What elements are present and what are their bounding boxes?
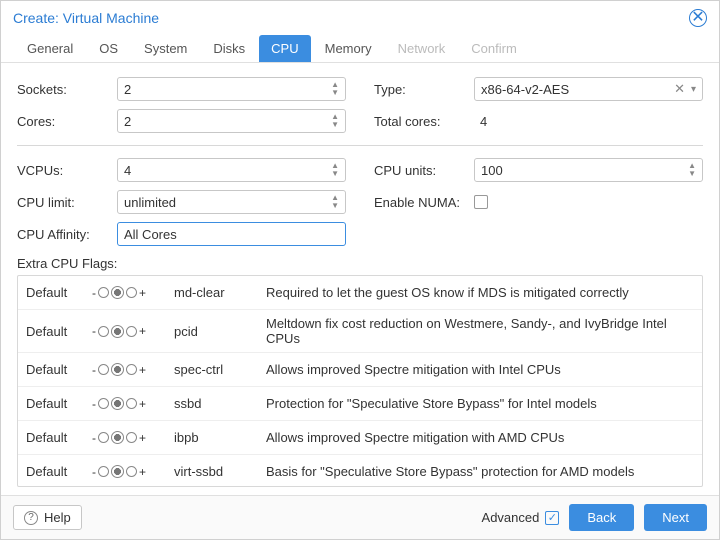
help-button[interactable]: ? Help bbox=[13, 505, 82, 530]
flag-state: Default bbox=[26, 362, 82, 377]
cpu-affinity-label: CPU Affinity: bbox=[17, 227, 109, 242]
flag-desc: Protection for "Speculative Store Bypass… bbox=[266, 396, 694, 411]
tab-general[interactable]: General bbox=[15, 35, 85, 62]
table-row: Default - + ssbd Protection for "Specula… bbox=[18, 387, 702, 421]
table-row: Default - + pcid Meltdown fix cost reduc… bbox=[18, 310, 702, 353]
cpu-type-value: x86-64-v2-AES bbox=[481, 82, 668, 97]
total-cores-value: 4 bbox=[474, 114, 487, 129]
total-cores-label: Total cores: bbox=[374, 114, 466, 129]
type-label: Type: bbox=[374, 82, 466, 97]
table-row: Default - + virt-ssbd Basis for "Specula… bbox=[18, 455, 702, 486]
tab-cpu[interactable]: CPU bbox=[259, 35, 310, 62]
cpu-limit-label: CPU limit: bbox=[17, 195, 109, 210]
flag-toggle[interactable]: - + bbox=[92, 286, 164, 300]
flag-toggle[interactable]: - + bbox=[92, 397, 164, 411]
flag-desc: Basis for "Speculative Store Bypass" pro… bbox=[266, 464, 694, 479]
spinner-arrows-icon[interactable]: ▲▼ bbox=[688, 162, 696, 178]
spinner-arrows-icon[interactable]: ▲▼ bbox=[331, 113, 339, 129]
flag-name: pcid bbox=[174, 324, 256, 339]
tab-disks[interactable]: Disks bbox=[201, 35, 257, 62]
flag-name: ibpb bbox=[174, 430, 256, 445]
flag-toggle[interactable]: - + bbox=[92, 431, 164, 445]
next-button[interactable]: Next bbox=[644, 504, 707, 531]
titlebar: Create: Virtual Machine ✕ bbox=[1, 1, 719, 31]
numa-checkbox[interactable] bbox=[474, 195, 488, 209]
wizard-tabs: General OS System Disks CPU Memory Netwo… bbox=[1, 31, 719, 63]
flag-toggle[interactable]: - + bbox=[92, 465, 164, 479]
flag-name: md-clear bbox=[174, 285, 256, 300]
spinner-arrows-icon[interactable]: ▲▼ bbox=[331, 162, 339, 178]
spinner-arrows-icon[interactable]: ▲▼ bbox=[331, 81, 339, 97]
advanced-toggle[interactable]: Advanced ✓ bbox=[482, 510, 560, 525]
cpu-type-select[interactable]: x86-64-v2-AES ✕ ▾ bbox=[474, 77, 703, 101]
flag-name: spec-ctrl bbox=[174, 362, 256, 377]
sockets-label: Sockets: bbox=[17, 82, 109, 97]
sockets-value: 2 bbox=[124, 82, 331, 97]
flag-name: virt-ssbd bbox=[174, 464, 256, 479]
extra-flags-list[interactable]: Default - + md-clear Required to let the… bbox=[18, 276, 702, 486]
tab-system[interactable]: System bbox=[132, 35, 199, 62]
flag-desc: Required to let the guest OS know if MDS… bbox=[266, 285, 694, 300]
flag-state: Default bbox=[26, 396, 82, 411]
cpu-limit-spinner[interactable]: unlimited ▲▼ bbox=[117, 190, 346, 214]
tab-confirm: Confirm bbox=[459, 35, 529, 62]
cpu-units-value: 100 bbox=[481, 163, 688, 178]
tab-os[interactable]: OS bbox=[87, 35, 130, 62]
flag-state: Default bbox=[26, 324, 82, 339]
extra-flags-panel: Default - + md-clear Required to let the… bbox=[17, 275, 703, 487]
cores-spinner[interactable]: 2 ▲▼ bbox=[117, 109, 346, 133]
flag-state: Default bbox=[26, 285, 82, 300]
spinner-arrows-icon[interactable]: ▲▼ bbox=[331, 194, 339, 210]
chevron-down-icon[interactable]: ▾ bbox=[691, 84, 696, 95]
tab-memory[interactable]: Memory bbox=[313, 35, 384, 62]
cpu-affinity-input[interactable]: All Cores bbox=[117, 222, 346, 246]
table-row: Default - + spec-ctrl Allows improved Sp… bbox=[18, 353, 702, 387]
flag-desc: Allows improved Spectre mitigation with … bbox=[266, 430, 694, 445]
vcpus-label: VCPUs: bbox=[17, 163, 109, 178]
table-row: Default - + md-clear Required to let the… bbox=[18, 276, 702, 310]
help-icon: ? bbox=[24, 511, 38, 525]
help-label: Help bbox=[44, 510, 71, 525]
cpu-limit-value: unlimited bbox=[124, 195, 331, 210]
flag-desc: Allows improved Spectre mitigation with … bbox=[266, 362, 694, 377]
tab-network: Network bbox=[386, 35, 458, 62]
dialog-title: Create: Virtual Machine bbox=[13, 10, 159, 26]
flag-name: ssbd bbox=[174, 396, 256, 411]
cpu-units-label: CPU units: bbox=[374, 163, 466, 178]
create-vm-dialog: Create: Virtual Machine ✕ General OS Sys… bbox=[0, 0, 720, 540]
dialog-body: Sockets: 2 ▲▼ Type: x86-64-v2-AES ✕ ▾ Co… bbox=[1, 63, 719, 495]
cpu-affinity-value: All Cores bbox=[124, 227, 177, 242]
dialog-footer: ? Help Advanced ✓ Back Next bbox=[1, 495, 719, 539]
close-icon[interactable]: ✕ bbox=[689, 9, 707, 27]
sockets-spinner[interactable]: 2 ▲▼ bbox=[117, 77, 346, 101]
flag-desc: Meltdown fix cost reduction on Westmere,… bbox=[266, 316, 694, 346]
table-row: Default - + ibpb Allows improved Spectre… bbox=[18, 421, 702, 455]
flag-state: Default bbox=[26, 430, 82, 445]
section-divider bbox=[17, 145, 703, 146]
extra-flags-label: Extra CPU Flags: bbox=[17, 256, 703, 271]
flag-state: Default bbox=[26, 464, 82, 479]
back-button[interactable]: Back bbox=[569, 504, 634, 531]
cpu-units-spinner[interactable]: 100 ▲▼ bbox=[474, 158, 703, 182]
advanced-checkbox[interactable]: ✓ bbox=[545, 511, 559, 525]
cores-value: 2 bbox=[124, 114, 331, 129]
flag-toggle[interactable]: - + bbox=[92, 324, 164, 338]
numa-label: Enable NUMA: bbox=[374, 195, 466, 210]
flag-toggle[interactable]: - + bbox=[92, 363, 164, 377]
cores-label: Cores: bbox=[17, 114, 109, 129]
vcpus-value: 4 bbox=[124, 163, 331, 178]
advanced-label: Advanced bbox=[482, 510, 540, 525]
clear-icon[interactable]: ✕ bbox=[674, 81, 685, 97]
vcpus-spinner[interactable]: 4 ▲▼ bbox=[117, 158, 346, 182]
